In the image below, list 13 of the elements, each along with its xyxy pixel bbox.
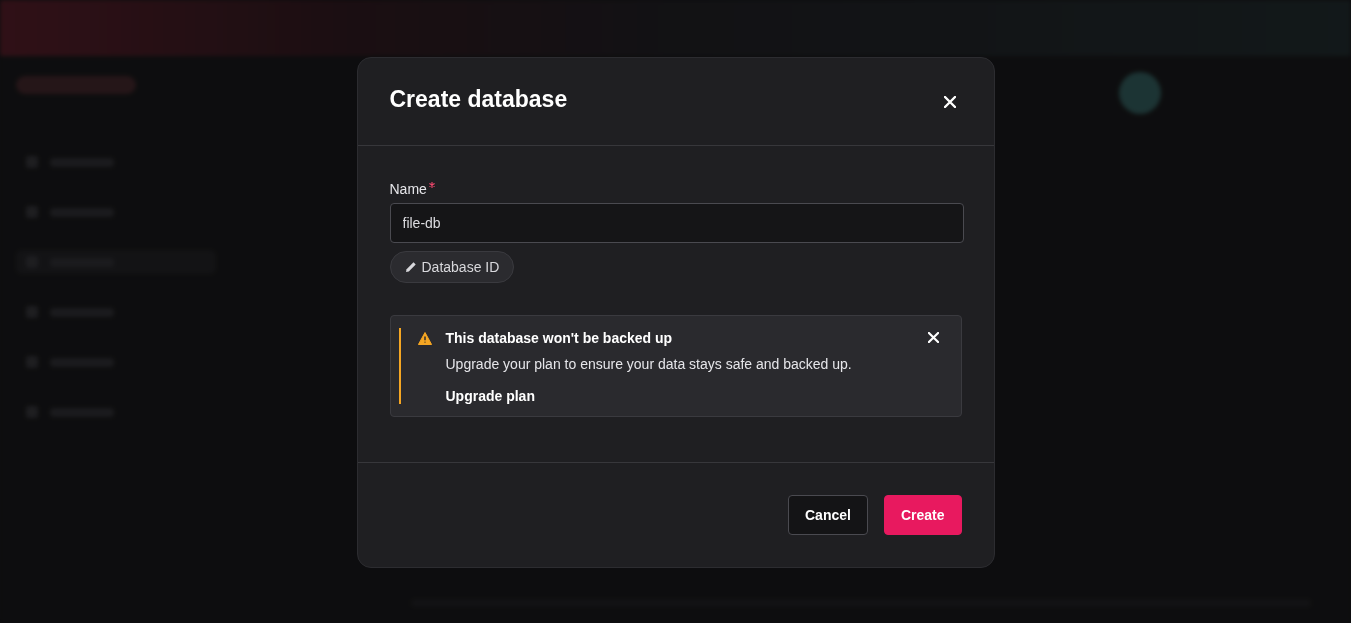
pencil-icon (404, 261, 417, 273)
create-button[interactable]: Create (883, 495, 962, 535)
alert-title: This database won't be backed up (445, 330, 674, 346)
cancel-button[interactable]: Cancel (788, 495, 868, 535)
alert-message: Upgrade your plan to ensure your data stays safe and backed up. (445, 356, 853, 372)
upgrade-plan-link[interactable]: Upgrade plan (445, 388, 535, 404)
database-id-button[interactable]: Database ID (389, 251, 515, 283)
close-icon[interactable] (927, 332, 939, 343)
name-label: Name (389, 181, 427, 197)
close-icon[interactable] (943, 95, 956, 108)
dialog-title: Create database (389, 86, 568, 113)
warning-icon (417, 332, 432, 345)
name-input-field[interactable]: file-db (389, 203, 964, 243)
